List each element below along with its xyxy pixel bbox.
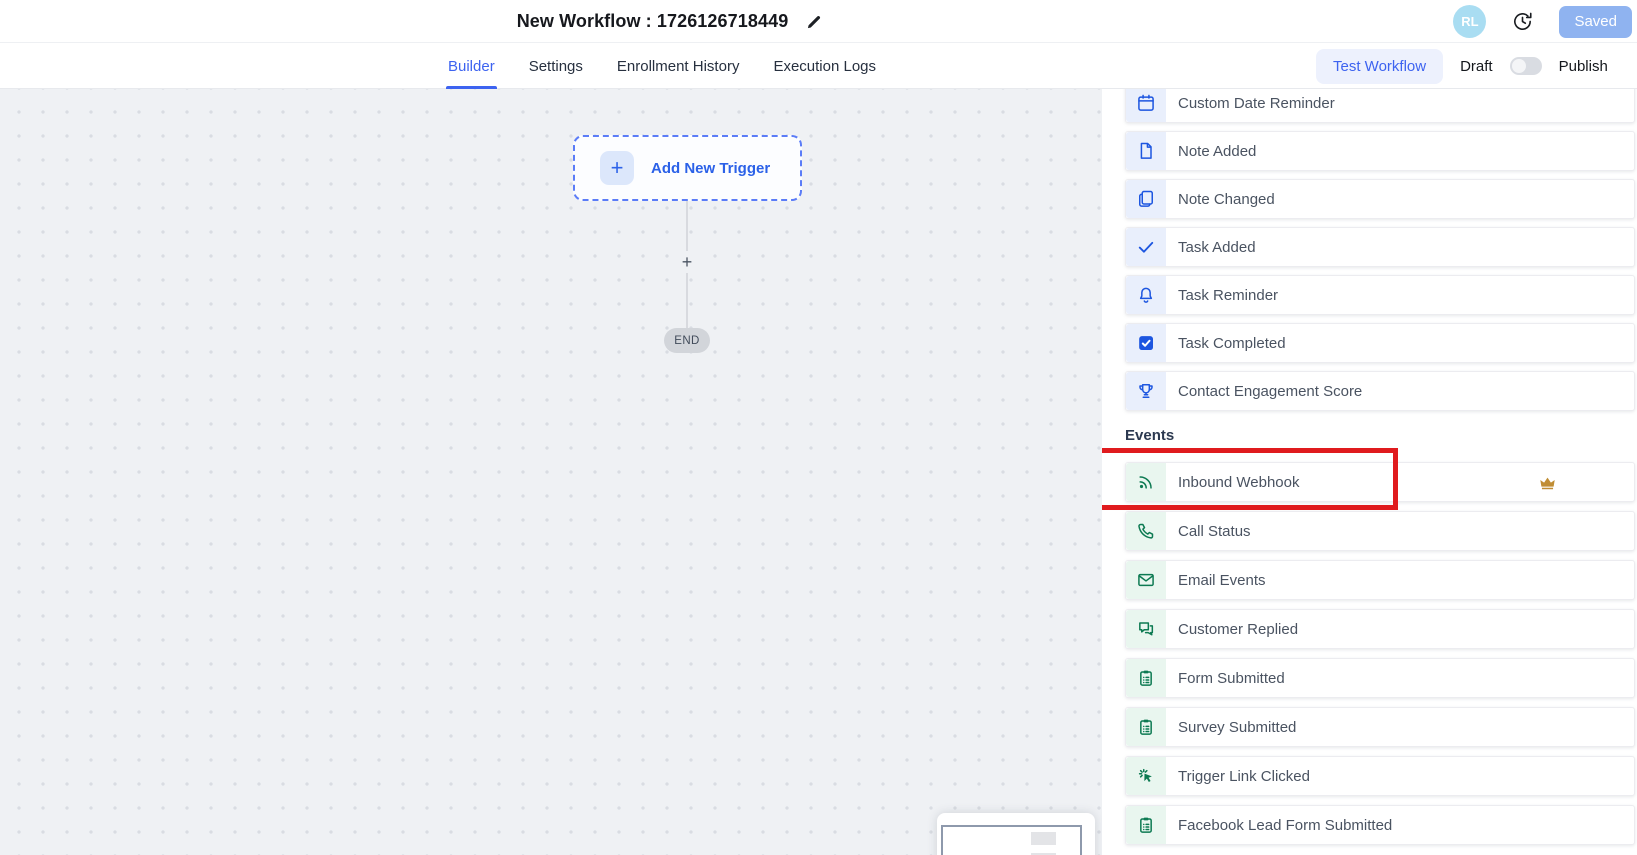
trigger-item-label: Task Reminder — [1178, 287, 1278, 304]
section-heading: Events — [1125, 427, 1635, 444]
trigger-item-note-changed[interactable]: Note Changed — [1125, 179, 1635, 219]
minimap[interactable] — [937, 813, 1095, 855]
trigger-item-label: Contact Engagement Score — [1178, 383, 1362, 400]
add-step-plus-icon[interactable]: + — [676, 251, 698, 273]
note-icon — [1126, 132, 1166, 170]
trigger-item-label: Call Status — [1178, 523, 1251, 540]
trigger-item-task-added[interactable]: Task Added — [1125, 227, 1635, 267]
cursor-click-icon — [1126, 757, 1166, 795]
clipboard-icon — [1126, 806, 1166, 844]
trigger-item-label: Trigger Link Clicked — [1178, 768, 1310, 785]
trigger-section: Events Inbound Webhook Call Status Email Ev… — [1125, 427, 1635, 845]
trigger-item-inbound-webhook[interactable]: Inbound Webhook — [1125, 462, 1635, 502]
webhook-icon — [1126, 463, 1166, 501]
trigger-list: Custom Date Reminder Note Added Note Chang… — [1102, 89, 1637, 845]
avatar[interactable]: RL — [1453, 5, 1486, 38]
workflow-builder-app: New Workflow : 1726126718449 RL Saved Bu… — [0, 0, 1637, 855]
publish-toggle[interactable] — [1510, 57, 1542, 75]
test-workflow-button[interactable]: Test Workflow — [1316, 49, 1443, 84]
header: New Workflow : 1726126718449 RL Saved — [0, 0, 1637, 43]
trigger-item-label: Facebook Lead Form Submitted — [1178, 817, 1392, 834]
phone-icon — [1126, 512, 1166, 550]
add-new-trigger-label: Add New Trigger — [651, 160, 770, 177]
trigger-item-label: Custom Date Reminder — [1178, 95, 1335, 112]
tab-builder[interactable]: Builder — [448, 43, 495, 89]
crown-icon — [1538, 473, 1557, 492]
tab-settings[interactable]: Settings — [529, 43, 583, 89]
trigger-item-label: Inbound Webhook — [1178, 474, 1300, 491]
draft-label: Draft — [1460, 58, 1493, 75]
workflow-title-wrap: New Workflow : 1726126718449 — [0, 0, 1340, 43]
trigger-item-label: Customer Replied — [1178, 621, 1298, 638]
trigger-item-label: Email Events — [1178, 572, 1266, 589]
clipboard-icon — [1126, 708, 1166, 746]
trigger-item-form-submitted[interactable]: Form Submitted — [1125, 658, 1635, 698]
tab-execution-logs[interactable]: Execution Logs — [773, 43, 876, 89]
add-new-trigger-button[interactable]: + Add New Trigger — [573, 135, 802, 201]
chat-reply-icon — [1126, 610, 1166, 648]
pencil-icon[interactable] — [805, 13, 823, 31]
trigger-item-label: Task Added — [1178, 239, 1256, 256]
saved-button[interactable]: Saved — [1559, 6, 1632, 38]
trigger-item-label: Task Completed — [1178, 335, 1286, 352]
trigger-item-label: Note Added — [1178, 143, 1256, 160]
trigger-item-contact-engagement-score[interactable]: Contact Engagement Score — [1125, 371, 1635, 411]
tabs: Builder Settings Enrollment History Exec… — [448, 43, 876, 89]
trigger-item-email-events[interactable]: Email Events — [1125, 560, 1635, 600]
trigger-panel: Custom Date Reminder Note Added Note Chang… — [1102, 89, 1637, 855]
tab-bar: Builder Settings Enrollment History Exec… — [0, 43, 1637, 89]
trigger-item-task-completed[interactable]: Task Completed — [1125, 323, 1635, 363]
calendar-icon — [1126, 89, 1166, 122]
checkbox-checked-icon — [1126, 324, 1166, 362]
trigger-item-facebook-lead-form-submitted[interactable]: Facebook Lead Form Submitted — [1125, 805, 1635, 845]
note-copy-icon — [1126, 180, 1166, 218]
trigger-section: Custom Date Reminder Note Added Note Chang… — [1125, 89, 1635, 411]
trigger-item-task-reminder[interactable]: Task Reminder — [1125, 275, 1635, 315]
minimap-viewport — [941, 825, 1082, 855]
trigger-item-custom-date-reminder[interactable]: Custom Date Reminder — [1125, 89, 1635, 123]
check-icon — [1126, 228, 1166, 266]
trigger-item-label: Form Submitted — [1178, 670, 1285, 687]
trigger-item-label: Note Changed — [1178, 191, 1275, 208]
page-title: New Workflow : 1726126718449 — [517, 11, 789, 32]
end-node: END — [664, 328, 710, 353]
trigger-item-customer-replied[interactable]: Customer Replied — [1125, 609, 1635, 649]
clipboard-icon — [1126, 659, 1166, 697]
trigger-item-note-added[interactable]: Note Added — [1125, 131, 1635, 171]
tab-enrollment-history[interactable]: Enrollment History — [617, 43, 740, 89]
minimap-node — [1031, 832, 1056, 845]
header-actions: RL Saved — [1453, 0, 1632, 43]
tab-actions: Test Workflow Draft Publish — [1316, 43, 1608, 89]
workflow-canvas[interactable]: + Add New Trigger + END — [0, 89, 1102, 855]
publish-label: Publish — [1559, 58, 1608, 75]
envelope-icon — [1126, 561, 1166, 599]
trigger-item-label: Survey Submitted — [1178, 719, 1296, 736]
trigger-item-call-status[interactable]: Call Status — [1125, 511, 1635, 551]
trophy-icon — [1126, 372, 1166, 410]
trigger-item-survey-submitted[interactable]: Survey Submitted — [1125, 707, 1635, 747]
toggle-knob — [1512, 59, 1526, 73]
plus-icon: + — [600, 151, 634, 185]
history-clock-icon[interactable] — [1511, 10, 1534, 33]
trigger-item-trigger-link-clicked[interactable]: Trigger Link Clicked — [1125, 756, 1635, 796]
bell-icon — [1126, 276, 1166, 314]
